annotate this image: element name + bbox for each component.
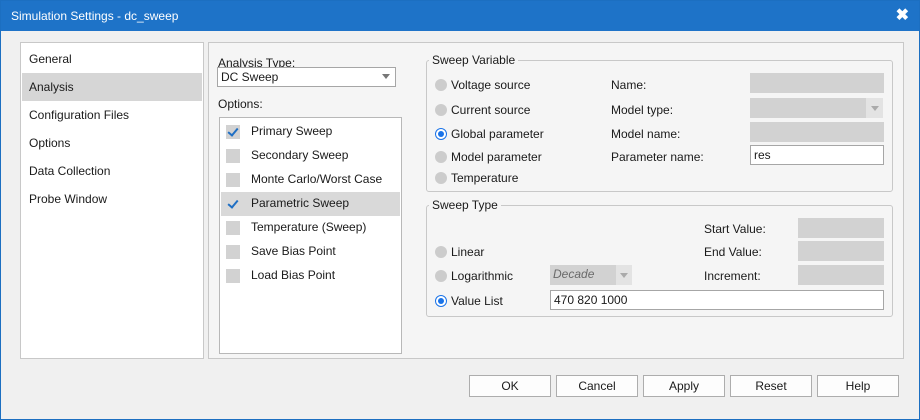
sweep-type-title: Sweep Type	[429, 198, 501, 212]
cancel-button[interactable]: Cancel	[556, 375, 638, 397]
model-name-label: Model name:	[611, 127, 681, 141]
chevron-down-icon	[382, 74, 390, 79]
radio-logarithmic[interactable]	[435, 270, 447, 282]
checkbox-icon[interactable]	[226, 221, 240, 235]
simulation-settings-dialog: Simulation Settings - dc_sweep ✖ General…	[0, 0, 920, 420]
analysis-type-dropdown[interactable]: DC Sweep	[217, 67, 396, 87]
options-list: Primary Sweep Secondary Sweep Monte Carl…	[219, 117, 402, 354]
nav-item-data-collection[interactable]: Data Collection	[22, 157, 202, 185]
help-button[interactable]: Help	[817, 375, 899, 397]
value-list-input[interactable]: 470 820 1000	[550, 290, 884, 310]
chevron-down-icon	[620, 273, 628, 278]
option-save-bias-point[interactable]: Save Bias Point	[221, 240, 400, 264]
option-label: Parametric Sweep	[251, 196, 350, 210]
sweep-variable-title: Sweep Variable	[429, 53, 519, 67]
model-parameter-label: Model parameter	[451, 150, 542, 164]
checkbox-checked-icon[interactable]	[226, 125, 240, 139]
option-temperature-sweep[interactable]: Temperature (Sweep)	[221, 216, 400, 240]
checkbox-icon[interactable]	[226, 149, 240, 163]
checkbox-icon[interactable]	[226, 245, 240, 259]
parameter-name-input[interactable]: res	[750, 145, 884, 165]
reset-button[interactable]: Reset	[730, 375, 812, 397]
checkbox-checked-icon[interactable]	[226, 197, 240, 211]
parameter-name-label: Parameter name:	[611, 150, 704, 164]
value-list-label: Value List	[451, 294, 503, 308]
window-title: Simulation Settings - dc_sweep	[11, 9, 179, 23]
increment-field	[798, 265, 884, 285]
parameter-name-value: res	[754, 148, 771, 162]
analysis-type-value: DC Sweep	[221, 70, 279, 84]
option-label: Load Bias Point	[251, 268, 336, 282]
model-type-dropdown	[750, 98, 883, 118]
start-value-field	[798, 218, 884, 238]
linear-label: Linear	[451, 245, 485, 259]
dropdown-button	[866, 98, 883, 118]
checkbox-icon[interactable]	[226, 269, 240, 283]
option-label: Monte Carlo/Worst Case	[251, 172, 383, 186]
option-label: Save Bias Point	[251, 244, 336, 258]
voltage-source-label: Voltage source	[451, 78, 531, 92]
model-type-label: Model type:	[611, 103, 674, 117]
model-name-field	[750, 122, 884, 142]
ok-button[interactable]: OK	[469, 375, 551, 397]
radio-linear[interactable]	[435, 246, 447, 258]
option-primary-sweep[interactable]: Primary Sweep	[221, 120, 400, 144]
radio-model-parameter[interactable]	[435, 151, 447, 163]
nav-item-analysis[interactable]: Analysis	[22, 73, 202, 101]
radio-current-source[interactable]	[435, 104, 447, 116]
name-field	[750, 73, 884, 93]
apply-button[interactable]: Apply	[643, 375, 725, 397]
radio-value-list[interactable]	[435, 295, 447, 307]
global-parameter-label: Global parameter	[451, 127, 544, 141]
nav-item-configuration-files[interactable]: Configuration Files	[22, 101, 202, 129]
dropdown-button	[616, 265, 632, 285]
radio-voltage-source[interactable]	[435, 79, 447, 91]
radio-global-parameter[interactable]	[435, 128, 447, 140]
option-label: Primary Sweep	[251, 124, 333, 138]
temperature-label: Temperature	[451, 171, 519, 185]
options-label: Options:	[218, 97, 263, 111]
current-source-label: Current source	[451, 103, 531, 117]
title-bar: Simulation Settings - dc_sweep ✖	[1, 1, 919, 31]
name-label: Name:	[611, 78, 647, 92]
increment-label: Increment:	[704, 269, 761, 283]
option-label: Temperature (Sweep)	[251, 220, 367, 234]
nav-item-probe-window[interactable]: Probe Window	[22, 185, 202, 213]
option-monte-carlo[interactable]: Monte Carlo/Worst Case	[221, 168, 400, 192]
logarithmic-label: Logarithmic	[451, 269, 514, 283]
nav-item-general[interactable]: General	[22, 45, 202, 73]
checkbox-icon[interactable]	[226, 173, 240, 187]
end-value-label: End Value:	[704, 245, 762, 259]
log-scale-dropdown: Decade	[550, 265, 632, 285]
end-value-field	[798, 241, 884, 261]
nav-item-options[interactable]: Options	[22, 129, 202, 157]
close-icon[interactable]: ✖	[896, 5, 909, 25]
option-label: Secondary Sweep	[251, 148, 349, 162]
radio-temperature[interactable]	[435, 172, 447, 184]
chevron-down-icon	[871, 106, 879, 111]
value-list-value: 470 820 1000	[554, 293, 628, 307]
option-secondary-sweep[interactable]: Secondary Sweep	[221, 144, 400, 168]
start-value-label: Start Value:	[704, 222, 766, 236]
option-parametric-sweep[interactable]: Parametric Sweep	[221, 192, 400, 216]
log-scale-value: Decade	[553, 267, 595, 281]
option-load-bias-point[interactable]: Load Bias Point	[221, 264, 400, 288]
settings-nav-list: General Analysis Configuration Files Opt…	[20, 42, 204, 359]
